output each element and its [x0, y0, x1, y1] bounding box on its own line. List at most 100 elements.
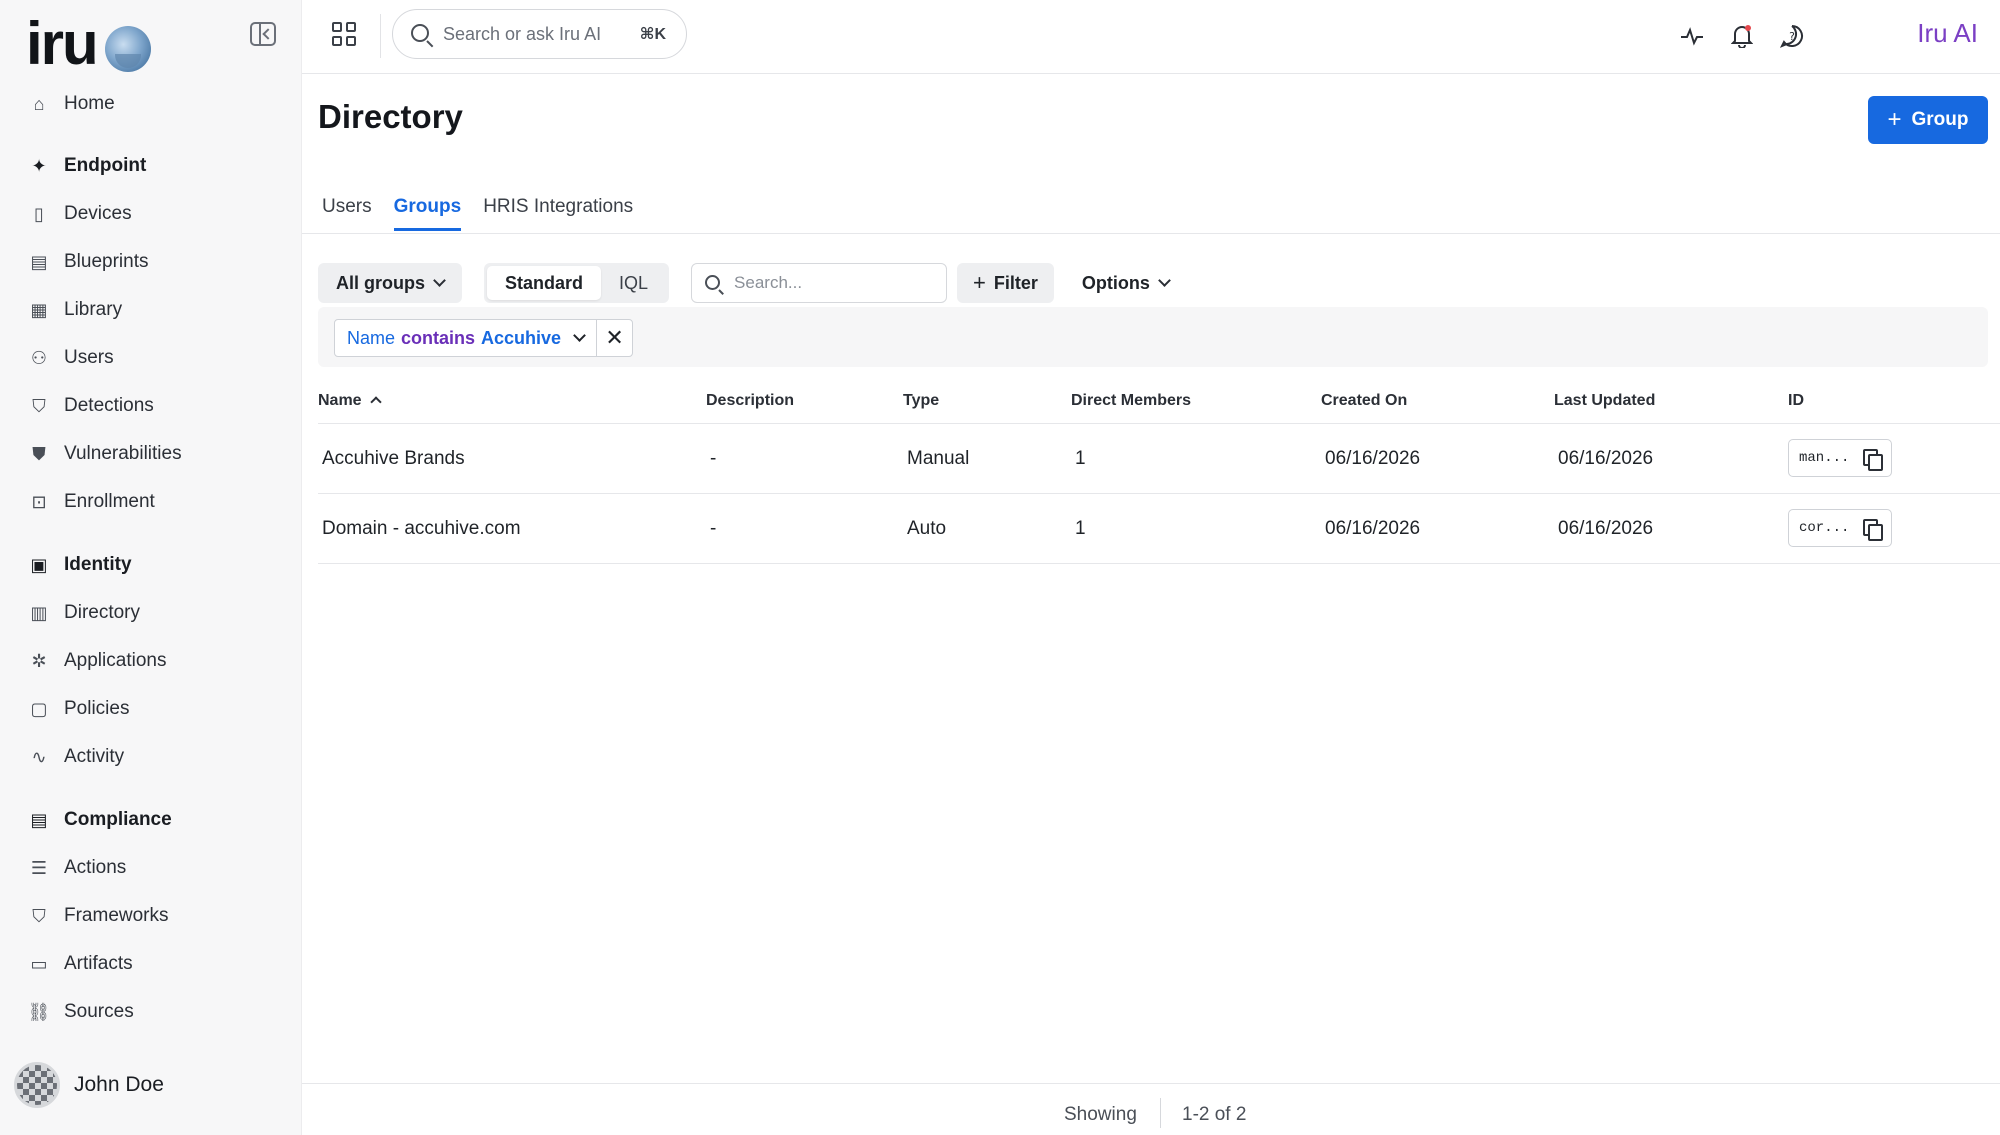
sidebar-item-label: Blueprints [64, 251, 149, 272]
column-members-header[interactable]: Direct Members [1071, 392, 1191, 410]
page-title: Directory [318, 98, 463, 135]
sidebar-item-vulnerabilities[interactable]: ⛊ Vulnerabilities [28, 436, 181, 472]
showing-label: Showing [1064, 1104, 1137, 1125]
tabs-divider [302, 233, 2000, 234]
plus-icon: + [973, 270, 986, 295]
sort-ascending-icon [369, 396, 382, 408]
user-menu[interactable]: John Doe [14, 1062, 164, 1108]
shield-icon: ⛉ [32, 395, 46, 416]
sidebar-item-blueprints[interactable]: ▤ Blueprints [28, 244, 149, 280]
options-dropdown[interactable]: Options [1066, 263, 1185, 303]
sidebar-item-devices[interactable]: ▯ Devices [28, 196, 132, 232]
cell-type: Auto [907, 518, 947, 539]
chat-help-icon[interactable]: ? [1778, 22, 1806, 50]
copy-icon [1863, 449, 1883, 471]
add-filter-button[interactable]: + Filter [957, 263, 1054, 303]
filter-chip-edit[interactable]: Name contains Accuhive [335, 320, 596, 356]
sidebar-item-label: Activity [64, 746, 125, 767]
mode-iql-button[interactable]: IQL [601, 266, 666, 300]
table-row[interactable]: Domain - accuhive.com - Auto 1 06/16/2026 06/… [318, 494, 2000, 564]
collapse-sidebar-button[interactable] [250, 22, 276, 46]
sidebar-item-endpoint[interactable]: ✦ Endpoint [28, 148, 146, 184]
sidebar-item-sources[interactable]: ⛓ Sources [28, 994, 134, 1030]
tab-users[interactable]: Users [322, 196, 372, 231]
sidebar-item-home[interactable]: ⌂ Home [28, 86, 115, 122]
sidebar-item-enrollment[interactable]: ⊡ Enrollment [28, 484, 154, 520]
copy-id-button[interactable]: man... [1788, 439, 1892, 477]
sidebar-item-applications[interactable]: ✲ Applications [28, 643, 166, 679]
filter-operator: contains [401, 327, 476, 348]
iru-logo[interactable]: iru [26, 14, 151, 74]
search-shortcut: ⌘K [639, 26, 666, 43]
cell-name: Domain - accuhive.com [322, 518, 521, 539]
filter-label: Filter [993, 272, 1038, 293]
sidebar-item-label: Endpoint [64, 155, 147, 176]
cell-id: cor... [1799, 520, 1850, 536]
search-icon [705, 275, 721, 290]
sidebar-item-detections[interactable]: ⛉ Detections [28, 388, 154, 424]
table-row[interactable]: Accuhive Brands - Manual 1 06/16/2026 06/16/2… [318, 424, 2000, 494]
column-name-header[interactable]: Name [318, 392, 382, 410]
remove-filter-close-icon[interactable]: ✕ [596, 320, 632, 356]
tab-hris-integrations[interactable]: HRIS Integrations [483, 196, 633, 231]
activity-pulse-icon[interactable] [1678, 22, 1706, 50]
shield-bug-icon: ⛊ [32, 443, 46, 464]
cell-created: 06/16/2026 [1325, 448, 1421, 469]
user-name: John Doe [74, 1073, 164, 1096]
global-search-input[interactable]: Search or ask Iru AI ⌘K [392, 9, 687, 59]
device-icon: ▯ [34, 203, 44, 224]
add-group-label: Group [1911, 109, 1969, 130]
library-icon: ▦ [30, 299, 48, 320]
filter-value: Accuhive [481, 327, 562, 348]
cell-id: man... [1799, 450, 1850, 466]
sidebar-item-label: Frameworks [64, 905, 169, 926]
compliance-icon: ▤ [30, 809, 48, 830]
table-header: Name Description Type Direct Members Cre… [318, 392, 2000, 424]
column-name-label: Name [318, 392, 362, 409]
sidebar-item-users[interactable]: ⚇ Users [28, 340, 114, 376]
column-updated-header[interactable]: Last Updated [1554, 392, 1655, 410]
column-created-header[interactable]: Created On [1321, 392, 1407, 410]
groups-search-input[interactable] [734, 273, 935, 293]
table-footer: Showing 1-2 of 2 [302, 1083, 2000, 1135]
active-filters: Name contains Accuhive ✕ [318, 307, 1988, 367]
cell-type: Manual [907, 448, 970, 469]
sidebar-item-compliance[interactable]: ▤ Compliance [28, 802, 172, 838]
group-scope-dropdown[interactable]: All groups [318, 263, 462, 303]
apps-grid-icon[interactable] [332, 22, 358, 48]
column-id-header: ID [1788, 392, 1804, 409]
sources-icon: ⛓ [27, 1001, 51, 1022]
mode-standard-button[interactable]: Standard [487, 266, 602, 300]
sidebar-item-label: Applications [64, 650, 167, 671]
column-description-header[interactable]: Description [706, 392, 794, 410]
results-range: 1-2 of 2 [1182, 1104, 1247, 1125]
copy-id-button[interactable]: cor... [1788, 509, 1892, 547]
sidebar-item-label: Compliance [64, 809, 172, 830]
tab-groups[interactable]: Groups [393, 196, 462, 231]
shield-check-icon: ⛉ [32, 905, 46, 926]
add-group-button[interactable]: + Group [1868, 96, 1988, 144]
column-type-header[interactable]: Type [903, 392, 939, 410]
sidebar-item-artifacts[interactable]: ▭ Artifacts [28, 946, 132, 982]
sidebar-item-label: Identity [64, 554, 132, 575]
notification-bell-icon[interactable] [1728, 22, 1756, 50]
sidebar-item-identity[interactable]: ▣ Identity [28, 547, 132, 583]
sidebar-item-directory[interactable]: ▥ Directory [28, 595, 140, 631]
sidebar-item-frameworks[interactable]: ⛉ Frameworks [28, 898, 169, 934]
home-icon: ⌂ [33, 93, 45, 114]
sidebar-item-label: Library [64, 299, 123, 320]
sidebar-item-library[interactable]: ▦ Library [28, 292, 122, 328]
sidebar-item-label: Home [64, 93, 115, 114]
groups-search [691, 263, 948, 303]
cell-description: - [710, 518, 717, 539]
query-mode-toggle: Standard IQL [484, 263, 670, 303]
users-icon: ⚇ [30, 347, 48, 368]
sidebar-item-label: Directory [64, 602, 141, 623]
iru-ai-button[interactable]: Iru AI [1917, 18, 1978, 49]
sidebar-item-activity[interactable]: ∿ Activity [28, 739, 124, 775]
sidebar-item-label: Users [64, 347, 114, 368]
sidebar-item-actions[interactable]: ☰ Actions [28, 850, 126, 886]
sidebar-item-policies[interactable]: ▢ Policies [28, 691, 129, 727]
sidebar-item-label: Policies [64, 698, 130, 719]
chevron-down-icon [573, 328, 586, 342]
